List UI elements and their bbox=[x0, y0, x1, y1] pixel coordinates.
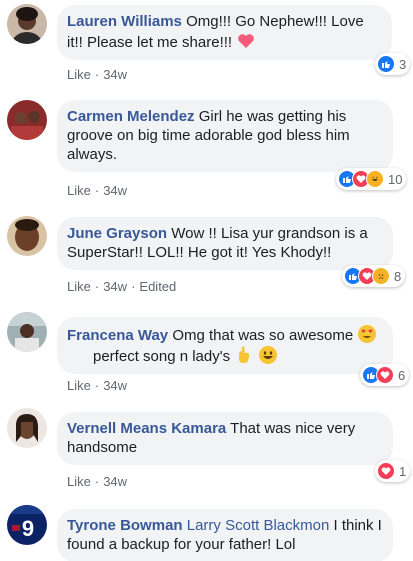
reaction-summary[interactable]: 6 bbox=[360, 364, 410, 386]
comment-bubble: Carmen Melendez Girl he was getting his … bbox=[57, 100, 393, 172]
comment-bubble: Tyrone Bowman Larry Scott Blackmon I thi… bbox=[57, 509, 393, 561]
comment-meta: Like · 34w bbox=[67, 378, 128, 393]
comment-text-line-1: Omg that was so awesome bbox=[172, 327, 354, 344]
reaction-count: 6 bbox=[398, 367, 406, 383]
comment-bubble: Vernell Means Kamara That was nice very … bbox=[57, 412, 393, 465]
like-link[interactable]: Like bbox=[67, 183, 91, 198]
edited-label[interactable]: Edited bbox=[139, 279, 176, 294]
reaction-count: 1 bbox=[399, 463, 407, 479]
reaction-summary[interactable]: 1 bbox=[375, 460, 411, 482]
love-reaction-icon bbox=[376, 366, 394, 384]
comment-bubble: Lauren Williams Omg!!! Go Nephew!!! Love… bbox=[57, 5, 392, 60]
like-link[interactable]: Like bbox=[67, 474, 91, 489]
comment-author[interactable]: Vernell Means Kamara bbox=[67, 420, 226, 437]
comment-author[interactable]: Carmen Melendez bbox=[67, 108, 195, 125]
comment-meta: Like · 34w bbox=[67, 183, 128, 198]
avatar[interactable] bbox=[7, 100, 47, 140]
avatar[interactable] bbox=[7, 4, 47, 44]
heart-eyes-emoji-icon bbox=[357, 324, 377, 344]
comment-bubble: Francena Way Omg that was so awesome per… bbox=[57, 317, 393, 374]
grinning-emoji-icon bbox=[258, 345, 278, 365]
comment-meta: Like · 34w bbox=[67, 474, 128, 489]
comment-text-line-2: perfect song n lady's bbox=[93, 348, 231, 365]
avatar[interactable]: 9 bbox=[7, 505, 47, 545]
heart-emoji-icon bbox=[236, 31, 256, 51]
timestamp[interactable]: 34w bbox=[103, 183, 127, 198]
reaction-count: 8 bbox=[394, 268, 402, 284]
like-link[interactable]: Like bbox=[67, 67, 91, 82]
comment-author[interactable]: Tyrone Bowman bbox=[67, 517, 183, 534]
timestamp[interactable]: 34w bbox=[103, 474, 127, 489]
like-link[interactable]: Like bbox=[67, 279, 91, 294]
reaction-summary[interactable]: 3 bbox=[375, 53, 411, 75]
reaction-count: 10 bbox=[388, 171, 403, 187]
timestamp[interactable]: 34w bbox=[103, 279, 127, 294]
comment-author[interactable]: June Grayson bbox=[67, 225, 167, 242]
sad-reaction-icon bbox=[372, 267, 390, 285]
comment-meta: Like · 34w bbox=[67, 67, 128, 82]
svg-text:9: 9 bbox=[22, 516, 34, 541]
like-reaction-icon bbox=[377, 55, 395, 73]
comment-author[interactable]: Lauren Williams bbox=[67, 13, 182, 30]
comment-author[interactable]: Francena Way bbox=[67, 327, 168, 344]
avatar[interactable] bbox=[7, 216, 47, 256]
love-reaction-icon bbox=[377, 462, 395, 480]
pointing-hand-emoji-icon bbox=[234, 345, 254, 365]
haha-reaction-icon bbox=[366, 170, 384, 188]
mention-link[interactable]: Larry Scott Blackmon bbox=[187, 517, 330, 534]
reaction-count: 3 bbox=[399, 56, 407, 72]
timestamp[interactable]: 34w bbox=[103, 67, 127, 82]
comment-meta: Like · 34w · Edited bbox=[67, 279, 177, 294]
timestamp[interactable]: 34w bbox=[103, 378, 127, 393]
reaction-summary[interactable]: 10 bbox=[336, 168, 407, 190]
like-link[interactable]: Like bbox=[67, 378, 91, 393]
comment-bubble: June Grayson Wow !! Lisa yur grandson is… bbox=[57, 217, 393, 270]
avatar[interactable] bbox=[7, 312, 47, 352]
reaction-summary[interactable]: 8 bbox=[342, 265, 406, 287]
avatar[interactable] bbox=[7, 408, 47, 448]
